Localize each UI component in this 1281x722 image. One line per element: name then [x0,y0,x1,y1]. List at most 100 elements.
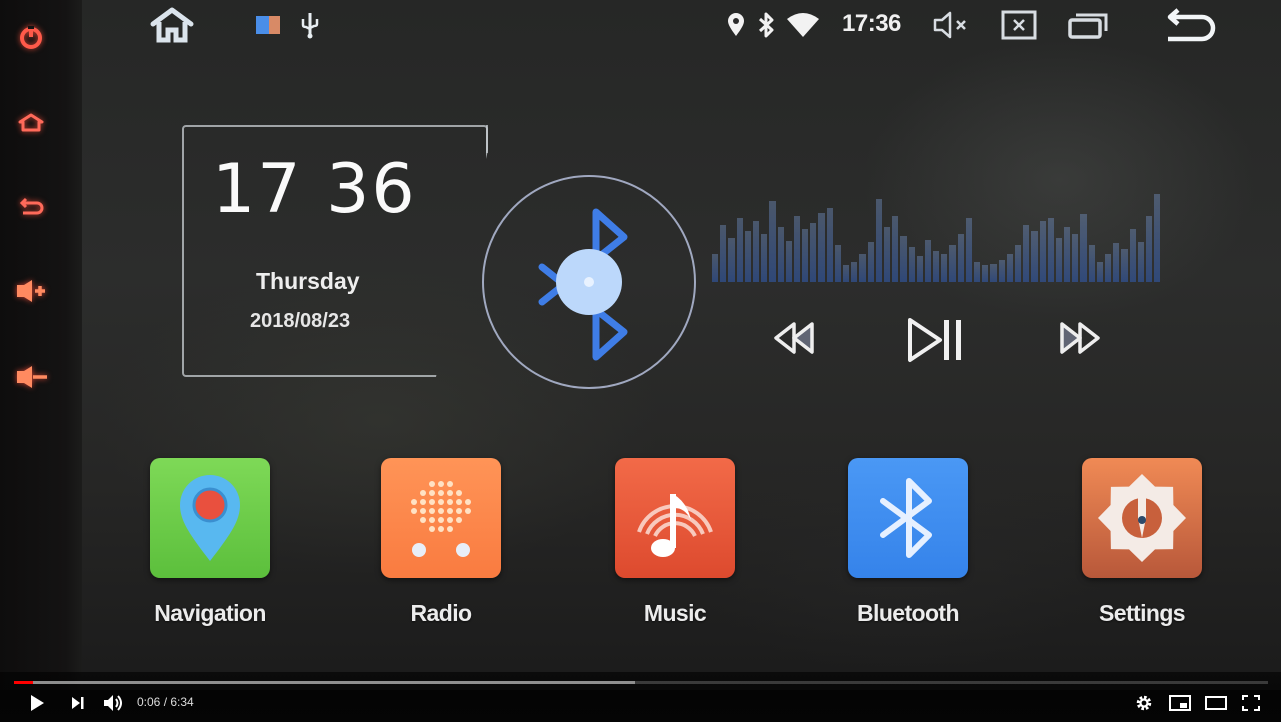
progress-bar[interactable] [14,681,1268,684]
hw-volume-up-button[interactable] [14,276,48,306]
app-tile [381,458,501,578]
app-radio[interactable]: Radio [379,458,503,627]
spectrum-bar [875,199,882,282]
clock-date: 2018/08/23 [250,310,351,332]
play-pause-button[interactable] [902,312,968,368]
spectrum-bar [1055,237,1063,282]
spectrum-bar [1039,221,1046,282]
radio-icon [411,481,471,557]
fast-forward-button[interactable] [1052,316,1108,360]
close-app-button[interactable] [998,6,1040,44]
spectrum-bar [826,208,833,282]
status-wifi [784,6,822,44]
volume-up-icon [17,280,45,302]
next-icon [72,697,84,709]
spectrum-bar [785,240,792,282]
play-button[interactable] [26,690,48,716]
spectrum-bar [793,215,801,282]
status-location [724,6,748,44]
spectrum-bar [892,215,899,282]
spectrum-bar [965,217,972,282]
spectrum-bar [1023,224,1030,282]
spectrum-bar [761,234,768,282]
spectrum-bar [744,231,751,282]
map-pin-icon [180,475,240,561]
spectrum-bar [1113,243,1120,282]
spectrum-bar [916,256,923,282]
video-frame[interactable]: 17:36 17 36 Thursday 2018/08/23 Navigati… [0,0,1281,690]
theater-mode-button[interactable] [1204,690,1228,716]
app-music[interactable]: Music [613,458,737,627]
bluetooth-music-widget[interactable] [482,175,696,389]
status-bluetooth [754,6,778,44]
spectrum-bar [712,254,719,282]
spectrum-bar [883,226,891,282]
app-label: Bluetooth [857,600,960,626]
app-bluetooth[interactable]: Bluetooth [846,458,970,627]
clock-widget-border [484,125,488,153]
music-note-icon [637,494,713,557]
app-label: Settings [1099,600,1186,626]
progress-buffered [14,681,635,684]
settings-button[interactable] [1134,690,1154,716]
spectrum-bar [851,261,858,282]
spectrum-bar [1006,254,1013,282]
close-app-icon [1001,10,1037,40]
hw-back-button[interactable] [14,192,48,222]
time-display: 0:06 / 6:34 [137,695,194,709]
hw-power-button[interactable] [14,22,48,52]
spectrum-bar [908,247,915,282]
spectrum-bar [843,265,850,282]
recent-apps-button[interactable] [1064,6,1112,44]
fast-forward-icon [1060,322,1100,354]
spectrum-bar [859,254,866,282]
back-icon [19,197,44,215]
spectrum-bar [810,223,817,282]
rewind-button[interactable] [766,316,822,360]
rewind-icon [774,322,814,354]
spectrum-bar [1014,245,1022,282]
volume-button[interactable] [102,690,126,716]
spectrum-bar [941,254,948,282]
app-navigation[interactable]: Navigation [148,458,272,627]
spectrum-bar [998,259,1005,282]
spectrum-bar [1145,215,1153,282]
spectrum-bar [1072,234,1079,282]
spectrum-bar [1080,213,1087,282]
back-icon [1167,8,1216,42]
spectrum-bar [777,226,784,282]
clock-day: Thursday [256,268,360,294]
spectrum-bar [1047,217,1054,282]
mute-button[interactable] [930,6,974,44]
next-button[interactable] [68,690,88,716]
spectrum-bar [982,265,989,282]
app-tile [848,458,968,578]
settings-icon [1136,695,1152,711]
play-icon [31,695,44,711]
miniplayer-icon [1169,695,1191,711]
miniplayer-button[interactable] [1168,690,1192,716]
spectrum-bar [924,239,932,282]
spectrum-bar [990,263,997,282]
status-back-button[interactable] [1160,6,1220,44]
clock-time: 17 36 [212,150,417,229]
status-home-button[interactable] [146,6,198,44]
fullscreen-button[interactable] [1240,690,1262,716]
spectrum-bar [933,250,940,282]
audio-spectrum-visualizer [712,190,1161,282]
spectrum-bar [1129,228,1136,282]
mute-icon [933,11,966,39]
hw-home-button[interactable] [14,108,48,138]
spectrum-bar [900,236,907,282]
volume-down-icon [17,366,47,388]
app-label: Music [643,600,707,626]
settings-gear-icon [1098,474,1186,562]
progress-played [14,681,33,684]
recent-apps-icon [1068,13,1108,39]
hw-volume-down-button[interactable] [14,362,48,392]
spectrum-bar [1154,193,1161,282]
bluetooth-icon [758,12,774,38]
home-icon [18,113,44,132]
spectrum-bar [720,224,727,282]
app-settings[interactable]: Settings [1080,458,1204,627]
